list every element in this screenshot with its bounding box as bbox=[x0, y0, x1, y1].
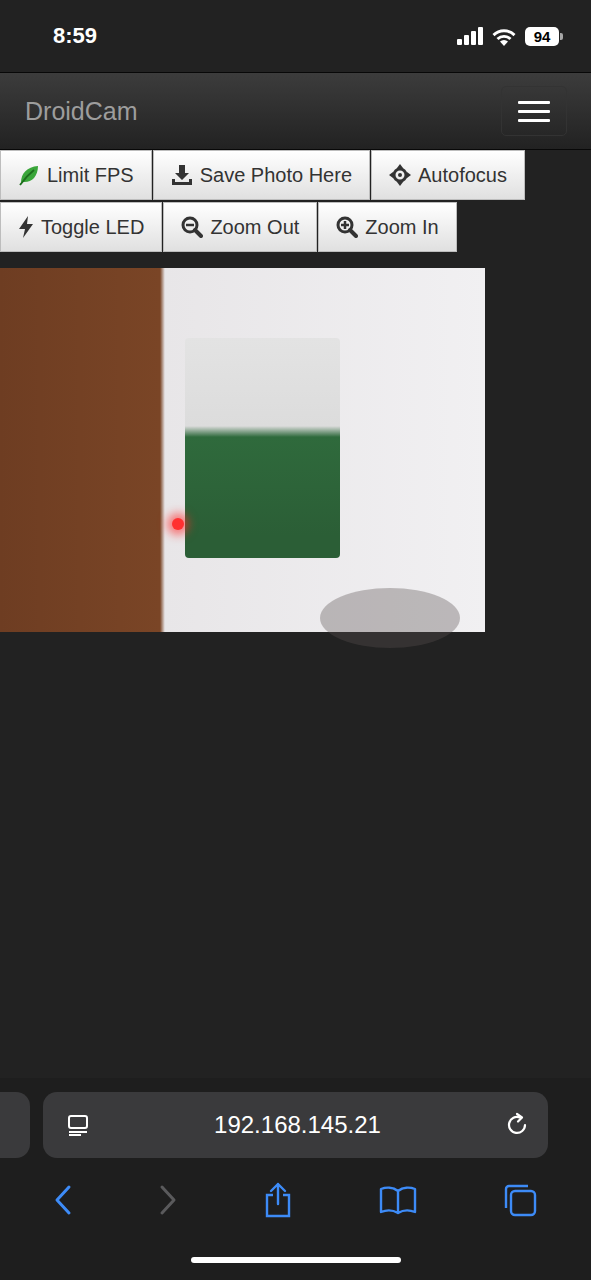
forward-icon[interactable] bbox=[158, 1184, 178, 1216]
navbar: DroidCam bbox=[0, 72, 591, 150]
zoom-out-icon bbox=[181, 216, 203, 238]
red-led bbox=[172, 518, 184, 530]
circuit-board bbox=[185, 338, 340, 558]
control-buttons: Limit FPS Save Photo Here Autofocus Toggle … bbox=[0, 150, 560, 252]
control-button[interactable]: Zoom In bbox=[318, 202, 456, 252]
back-icon[interactable] bbox=[53, 1184, 73, 1216]
reload-icon[interactable] bbox=[504, 1112, 530, 1138]
video-feed bbox=[0, 268, 485, 632]
menu-bar bbox=[518, 110, 550, 113]
status-icons: 94 bbox=[457, 27, 563, 46]
brand[interactable]: DroidCam bbox=[25, 97, 138, 126]
button-label: Limit FPS bbox=[47, 164, 134, 187]
reader-icon[interactable] bbox=[67, 1114, 91, 1136]
browser-chrome: 192.168.145.21 bbox=[0, 1078, 591, 1280]
button-label: Zoom In bbox=[365, 216, 438, 239]
leaf-icon bbox=[18, 164, 40, 186]
share-icon[interactable] bbox=[263, 1182, 293, 1218]
battery-level: 94 bbox=[525, 27, 559, 46]
control-button[interactable]: Toggle LED bbox=[0, 202, 162, 252]
home-bar bbox=[191, 1257, 401, 1263]
button-label: Toggle LED bbox=[41, 216, 144, 239]
menu-button[interactable] bbox=[501, 86, 567, 136]
shadow bbox=[320, 588, 460, 648]
signal-icon bbox=[457, 27, 483, 45]
bookmarks-icon[interactable] bbox=[379, 1185, 417, 1215]
tabs-icon[interactable] bbox=[502, 1182, 538, 1218]
address-row: 192.168.145.21 bbox=[0, 1092, 591, 1158]
button-label: Save Photo Here bbox=[200, 164, 352, 187]
clock: 8:59 bbox=[53, 23, 97, 49]
control-button[interactable]: Zoom Out bbox=[163, 202, 317, 252]
crosshair-icon bbox=[389, 164, 411, 186]
battery-icon: 94 bbox=[525, 27, 563, 46]
url-text: 192.168.145.21 bbox=[214, 1111, 381, 1139]
control-button[interactable]: Save Photo Here bbox=[153, 150, 370, 200]
download-icon bbox=[171, 164, 193, 186]
menu-bar bbox=[518, 101, 550, 104]
home-indicator bbox=[0, 1240, 591, 1280]
battery-cap bbox=[560, 33, 563, 40]
control-button[interactable]: Autofocus bbox=[371, 150, 525, 200]
button-label: Autofocus bbox=[418, 164, 507, 187]
menu-bar bbox=[518, 119, 550, 122]
status-bar: 8:59 94 bbox=[0, 0, 591, 72]
button-label: Zoom Out bbox=[210, 216, 299, 239]
previous-tab[interactable] bbox=[0, 1092, 30, 1158]
zoom-in-icon bbox=[336, 216, 358, 238]
toolbar bbox=[0, 1160, 591, 1240]
control-button[interactable]: Limit FPS bbox=[0, 150, 152, 200]
page-content: Limit FPS Save Photo Here Autofocus Toggle … bbox=[0, 150, 591, 1078]
address-bar[interactable]: 192.168.145.21 bbox=[43, 1092, 548, 1158]
wifi-icon bbox=[491, 27, 517, 46]
bolt-icon bbox=[18, 216, 34, 238]
